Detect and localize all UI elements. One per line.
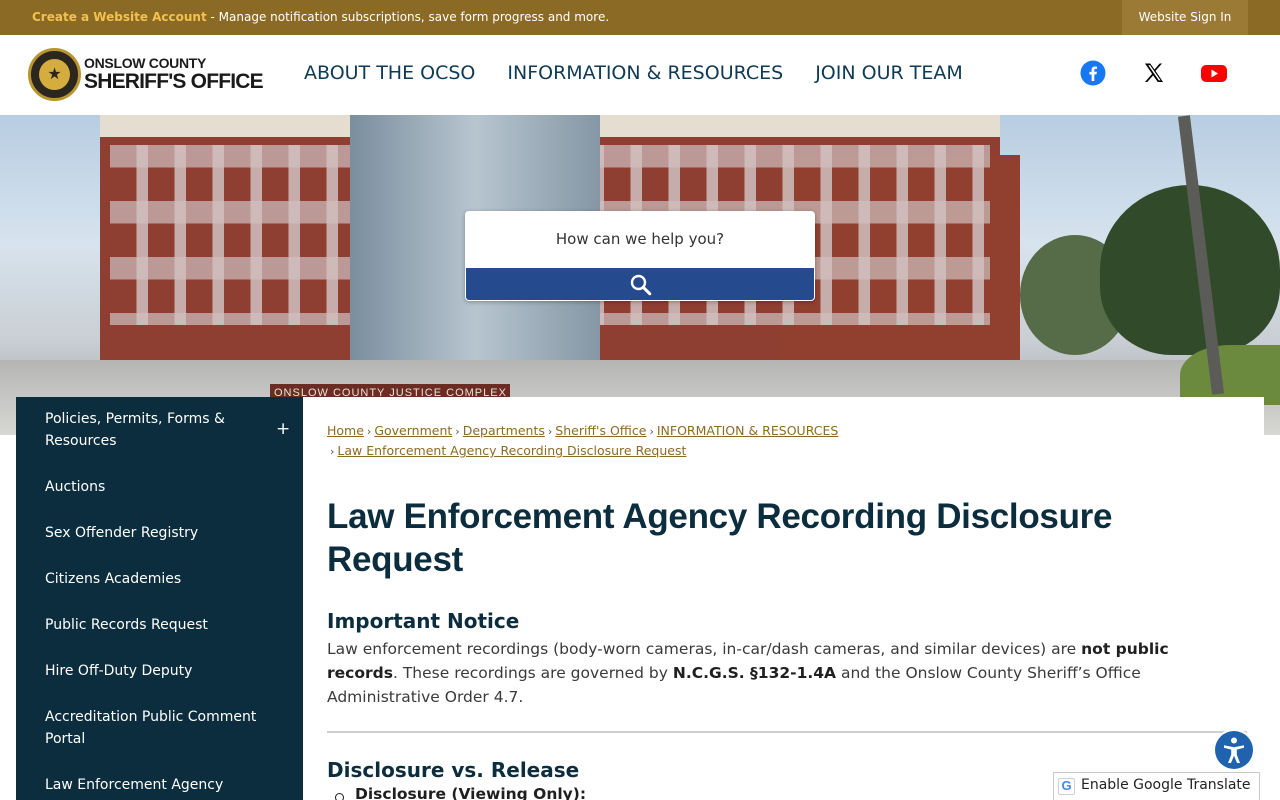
sidebar-item-law-enforcement[interactable]: Law Enforcement Agency	[45, 774, 275, 796]
google-translate-icon: G	[1058, 778, 1075, 795]
sheriff-badge-icon: ★	[28, 48, 81, 101]
main-content: Home › Government › Departments › Sheriff's Of…	[303, 397, 1264, 800]
sidebar-nav: Policies, Permits, Forms & Resources + A…	[16, 397, 303, 800]
important-notice-heading: Important Notice	[327, 609, 520, 633]
nav-information-resources[interactable]: INFORMATION & RESOURCES	[507, 59, 783, 89]
translate-label: Enable Google Translate	[1081, 777, 1251, 793]
x-icon[interactable]	[1141, 60, 1167, 86]
page-title: Law Enforcement Agency Recording Disclos…	[327, 497, 1113, 579]
sidebar-item-accreditation[interactable]: Accreditation Public Comment Portal	[45, 706, 275, 750]
breadcrumb-home[interactable]: Home	[327, 423, 364, 438]
accessibility-icon	[1215, 731, 1253, 769]
section-divider	[327, 731, 1247, 733]
disclosure-release-heading: Disclosure vs. Release	[327, 758, 580, 782]
important-notice-text: Law enforcement recordings (body-worn ca…	[327, 640, 1169, 706]
breadcrumb-information-resources[interactable]: INFORMATION & RESOURCES	[657, 423, 838, 438]
sidebar-item-policies[interactable]: Policies, Permits, Forms & Resources	[45, 408, 275, 452]
facebook-icon[interactable]	[1080, 60, 1106, 86]
accessibility-button[interactable]	[1213, 729, 1255, 771]
list-item: Disclosure (Viewing Only):	[334, 785, 586, 800]
website-sign-in-button[interactable]: Website Sign In	[1122, 0, 1248, 35]
breadcrumb-sheriffs-office[interactable]: Sheriff's Office	[555, 423, 646, 438]
logo-office-text: SHERIFF'S OFFICE	[84, 70, 264, 93]
sidebar-item-public-records[interactable]: Public Records Request	[45, 614, 275, 636]
site-header: ★ ONSLOW COUNTY SHERIFF'S OFFICE ABOUT T…	[0, 35, 1280, 115]
create-account-link[interactable]: Create a Website Account	[32, 10, 207, 24]
sidebar-item-sex-offender-registry[interactable]: Sex Offender Registry	[45, 522, 275, 544]
top-utility-bar: Create a Website Account - Manage notifi…	[0, 0, 1280, 35]
nav-join-our-team[interactable]: JOIN OUR TEAM	[815, 59, 963, 89]
sidebar-item-hire-off-duty[interactable]: Hire Off-Duty Deputy	[45, 660, 275, 682]
breadcrumb-current-page[interactable]: Law Enforcement Agency Recording Disclos…	[337, 443, 686, 458]
breadcrumb: Home › Government › Departments › Sheriff's Of…	[327, 423, 839, 458]
account-message-text: - Manage notification subscriptions, sav…	[206, 10, 610, 24]
search-icon	[630, 274, 652, 296]
google-translate-button[interactable]: G Enable Google Translate	[1053, 772, 1260, 800]
site-search	[465, 211, 815, 301]
search-input[interactable]	[465, 211, 815, 267]
main-nav: ABOUT THE OCSO INFORMATION & RESOURCES J…	[304, 59, 963, 89]
expand-plus-icon[interactable]: +	[276, 419, 290, 439]
nav-about[interactable]: ABOUT THE OCSO	[304, 59, 475, 89]
youtube-icon[interactable]	[1200, 60, 1227, 86]
logo-county-text: ONSLOW COUNTY	[84, 55, 207, 71]
breadcrumb-departments[interactable]: Departments	[463, 423, 545, 438]
search-button[interactable]	[466, 268, 814, 300]
site-logo[interactable]: ★ ONSLOW COUNTY SHERIFF'S OFFICE	[28, 47, 264, 103]
breadcrumb-government[interactable]: Government	[374, 423, 452, 438]
account-message: Create a Website Account - Manage notifi…	[32, 0, 609, 35]
sidebar-item-citizens-academies[interactable]: Citizens Academies	[45, 568, 275, 590]
sidebar-item-auctions[interactable]: Auctions	[45, 476, 275, 498]
